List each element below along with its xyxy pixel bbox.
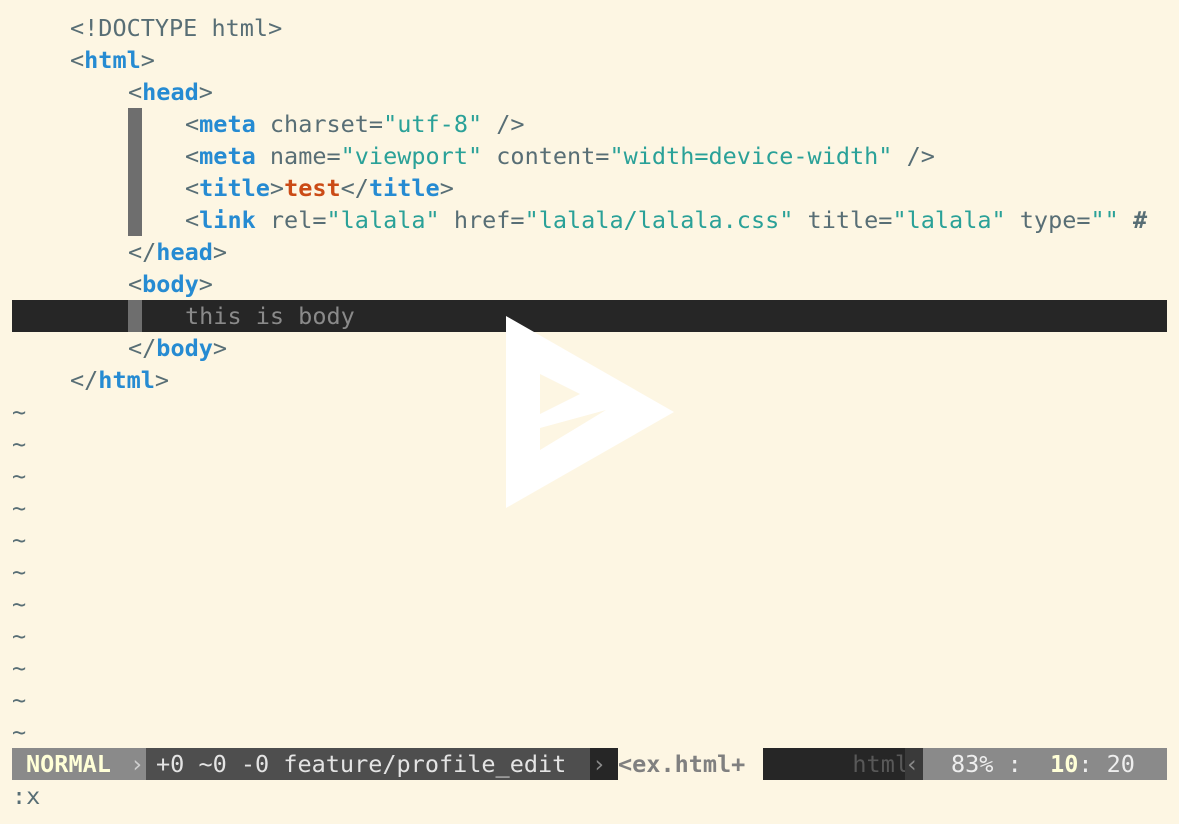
tag-html: html	[98, 366, 155, 394]
tag-meta: meta	[199, 110, 256, 138]
tag-title: title	[199, 174, 270, 202]
file-name: <ex.html+	[618, 748, 763, 780]
empty-line-marker: ~	[12, 686, 27, 714]
separator-left: ‹‹	[905, 748, 923, 780]
tag-body: body	[142, 270, 199, 298]
indent-guide	[128, 300, 142, 332]
code-line-6[interactable]: 6 <title>test</title>	[12, 172, 1167, 204]
body-text: this is body	[185, 302, 355, 330]
tag-head: head	[156, 238, 213, 266]
code-line-2[interactable]: 2 <html>	[12, 44, 1167, 76]
scroll-percent: 83%	[951, 750, 994, 778]
separator-right: ›	[128, 748, 146, 780]
mode-indicator: NORMAL	[12, 748, 128, 780]
code-line-1[interactable]: 1 <!DOCTYPE html>	[12, 12, 1167, 44]
cursor-position: 83% : 10: 20	[923, 748, 1167, 780]
indent-guide	[128, 172, 142, 204]
cursor-line: 10	[1050, 750, 1079, 778]
empty-line-marker: ~	[12, 558, 27, 586]
tag-meta: meta	[199, 142, 256, 170]
empty-line-marker: ~	[12, 718, 27, 746]
title-text: test	[284, 174, 341, 202]
command-line[interactable]: :x	[12, 780, 40, 812]
truncation-marker: #	[1118, 206, 1148, 234]
file-type: html	[763, 748, 909, 780]
code-line-4[interactable]: 4 <meta charset="utf-8" />	[12, 108, 1167, 140]
empty-line-marker: ~	[12, 526, 27, 554]
indent-guide	[128, 140, 142, 172]
empty-line-marker: ~	[12, 654, 27, 682]
code-line-7[interactable]: 7 <link rel="lalala" href="lalala/lalala…	[12, 204, 1167, 236]
status-line: NORMAL › +0 ~0 -0 feature/profile_edit ›…	[12, 748, 1167, 780]
tag-title: title	[368, 174, 440, 202]
git-branch-status: +0 ~0 -0 feature/profile_edit	[146, 748, 590, 780]
indent-guide	[128, 204, 142, 236]
tag-link: link	[199, 206, 256, 234]
tag-head: head	[142, 78, 199, 106]
code-line-3[interactable]: 3 <head>	[12, 76, 1167, 108]
play-icon[interactable]	[506, 316, 674, 508]
code-line-8[interactable]: 8 </head>	[12, 236, 1167, 268]
doctype: <!DOCTYPE html>	[70, 14, 283, 42]
empty-line-marker: ~	[12, 622, 27, 650]
tag-html: html	[84, 46, 141, 74]
tag-body: body	[156, 334, 213, 362]
code-line-9[interactable]: 9 <body>	[12, 268, 1167, 300]
empty-line-marker: ~	[12, 590, 27, 618]
indent-guide	[128, 108, 142, 140]
cursor-column: : 20	[1078, 750, 1135, 778]
separator-right: ›	[590, 748, 618, 780]
code-line-5[interactable]: 5 <meta name="viewport" content="width=d…	[12, 140, 1167, 172]
